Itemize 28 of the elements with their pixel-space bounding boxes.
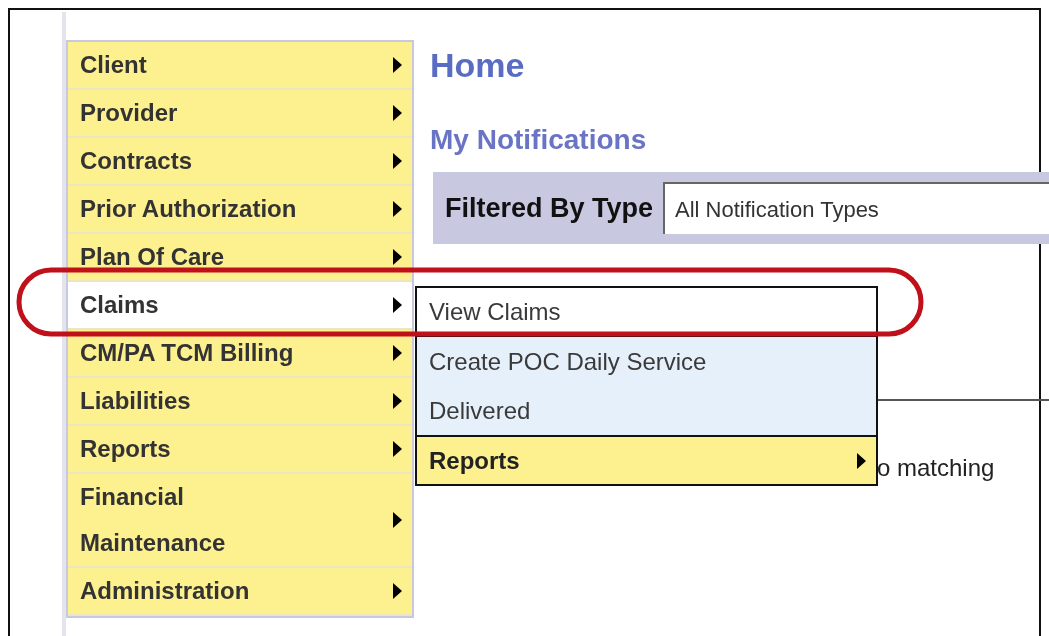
menu-item[interactable]: Provider bbox=[68, 90, 412, 138]
menu-item[interactable]: Contracts bbox=[68, 138, 412, 186]
submenu-item[interactable]: Create POC Daily Service bbox=[417, 337, 876, 386]
arrow-icon bbox=[393, 105, 402, 121]
arrow-icon bbox=[393, 153, 402, 169]
menu-item[interactable]: Client bbox=[68, 42, 412, 90]
menu-item[interactable]: Administration bbox=[68, 568, 412, 616]
arrow-icon bbox=[393, 345, 402, 361]
arrow-icon bbox=[393, 441, 402, 457]
arrow-icon bbox=[857, 452, 866, 469]
notification-type-select[interactable]: All Notification Types bbox=[663, 182, 1049, 234]
arrow-icon bbox=[393, 249, 402, 265]
page-title: Home bbox=[430, 45, 525, 86]
menu-item[interactable]: Prior Authorization bbox=[68, 186, 412, 234]
arrow-icon bbox=[393, 583, 402, 599]
section-title: My Notifications bbox=[430, 123, 647, 157]
menu-item[interactable]: Liabilities bbox=[68, 378, 412, 426]
arrow-icon bbox=[393, 512, 402, 528]
arrow-icon bbox=[393, 297, 402, 313]
arrow-icon bbox=[393, 393, 402, 409]
empty-message: o matching bbox=[877, 453, 995, 483]
arrow-icon bbox=[393, 201, 402, 217]
submenu-item[interactable]: Delivered bbox=[417, 386, 876, 435]
filter-label: Filtered By Type bbox=[445, 191, 654, 225]
menu-item[interactable]: Reports bbox=[68, 426, 412, 474]
arrow-icon bbox=[393, 57, 402, 73]
menu-item[interactable]: Financial Maintenance bbox=[68, 474, 412, 568]
submenu-item[interactable]: Reports bbox=[417, 435, 876, 484]
